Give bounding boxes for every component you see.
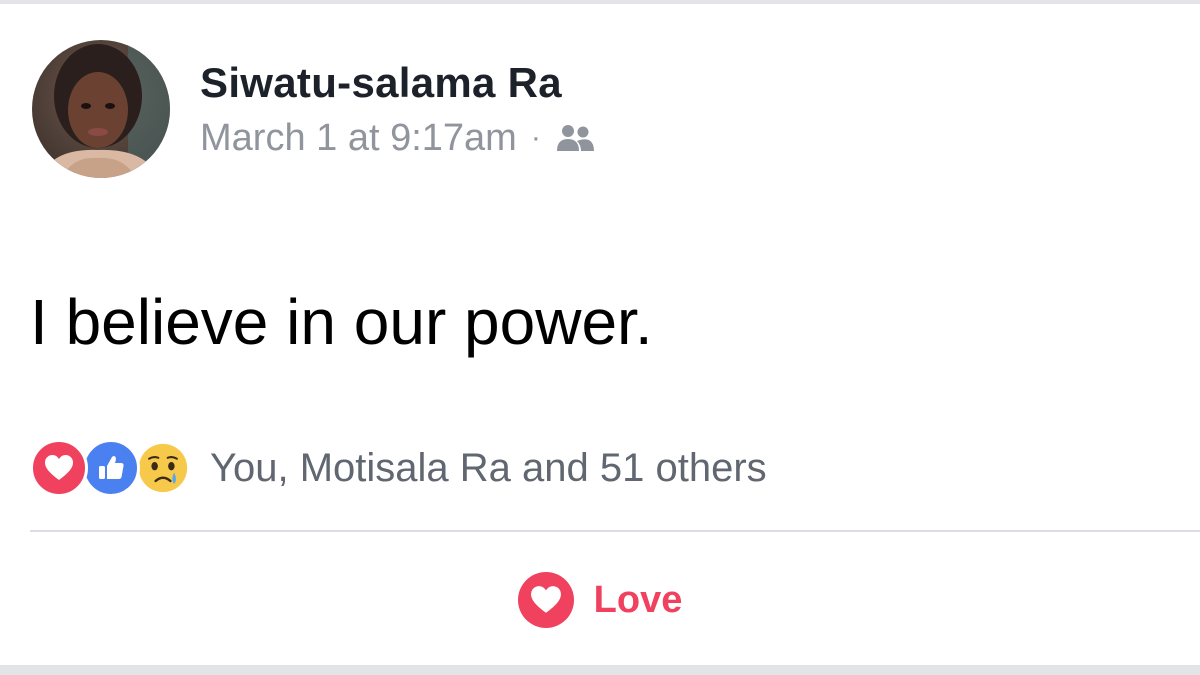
post-timestamp[interactable]: March 1 at 9:17am [200, 116, 517, 160]
reactors-summary-text[interactable]: You, Motisala Ra and 51 others [210, 443, 767, 493]
friends-icon[interactable] [555, 123, 595, 153]
love-reaction-icon [30, 439, 88, 497]
avatar-photo [32, 40, 170, 178]
post-meta: March 1 at 9:17am · [200, 116, 595, 160]
love-button[interactable]: Love [517, 572, 683, 628]
post-actions: Love [0, 565, 1200, 635]
sad-reaction-icon [134, 439, 192, 497]
author-name[interactable]: Siwatu-salama Ra [200, 58, 595, 108]
author-block: Siwatu-salama Ra March 1 at 9:17am · [200, 58, 595, 160]
bottom-divider [0, 665, 1200, 675]
meta-separator: · [530, 121, 541, 154]
heart-icon [517, 572, 574, 628]
like-reaction-icon [82, 439, 140, 497]
top-divider [0, 0, 1200, 4]
post-header: Siwatu-salama Ra March 1 at 9:17am · [32, 40, 595, 178]
facebook-post-card: Siwatu-salama Ra March 1 at 9:17am · I b… [0, 0, 1200, 675]
post-text: I believe in our power. [30, 286, 653, 358]
reactions-divider [30, 530, 1200, 532]
reactions-summary[interactable]: You, Motisala Ra and 51 others [30, 439, 767, 497]
avatar[interactable] [32, 40, 170, 178]
love-button-label: Love [593, 579, 683, 621]
reaction-icons[interactable] [30, 439, 192, 497]
